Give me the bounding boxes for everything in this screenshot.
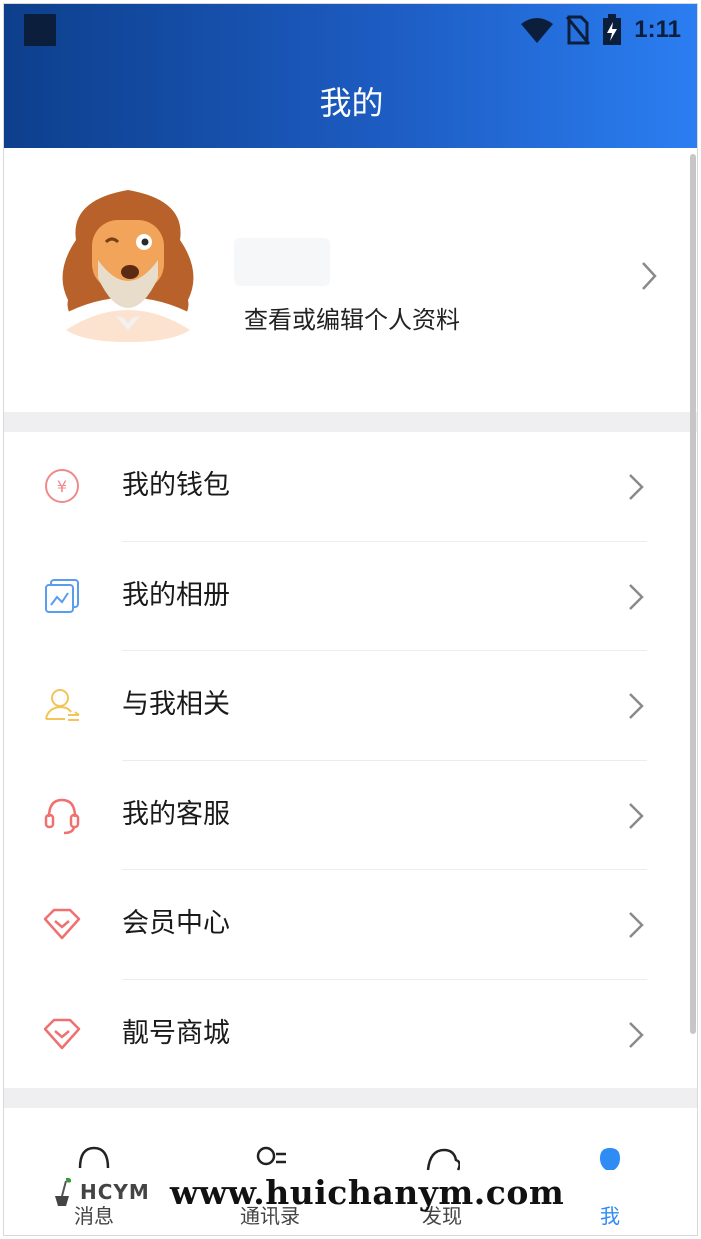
- menu-item-related[interactable]: 与我相关: [4, 651, 697, 761]
- menu-item-wallet[interactable]: ¥ 我的钱包: [4, 432, 697, 542]
- menu-label: 我的钱包: [122, 470, 230, 501]
- status-bar: 1:11: [4, 4, 697, 54]
- chevron-right-icon: [629, 583, 644, 610]
- related-person-icon: [45, 689, 80, 722]
- watermark-logo-text: HCYM: [80, 1180, 150, 1204]
- menu-label: 我的相册: [122, 579, 230, 611]
- tab-label: 我: [600, 1204, 620, 1228]
- page-title: 我的: [319, 84, 384, 122]
- tab-me[interactable]: 我: [550, 1108, 670, 1235]
- menu-item-number-store[interactable]: 靓号商城: [4, 980, 697, 1090]
- notification-square-icon: [24, 14, 56, 46]
- menu-label: 我的客服: [122, 798, 230, 830]
- profile-subtitle: 查看或编辑个人资料: [244, 306, 460, 334]
- section-divider: [4, 412, 697, 432]
- menu-label: 靓号商城: [122, 1017, 230, 1049]
- menu-item-album[interactable]: 我的相册: [4, 542, 697, 652]
- chevron-right-icon: [629, 912, 644, 939]
- nav-divider: [4, 1088, 697, 1108]
- battery-charging-icon: [603, 14, 622, 45]
- status-icons: 1:11: [520, 12, 681, 48]
- wallet-icon: ¥: [45, 469, 79, 503]
- chevron-right-icon: [629, 1022, 644, 1048]
- chevron-right-icon: [629, 802, 644, 829]
- me-icon: [600, 1148, 620, 1170]
- member-diamond-icon: [43, 909, 81, 940]
- wifi-icon: [521, 18, 554, 43]
- chevron-right-icon: [629, 693, 644, 720]
- watermark: HCYM www.huichanym.com: [52, 1172, 564, 1212]
- avatar: [62, 190, 194, 342]
- menu-item-member-center[interactable]: 会员中心: [4, 870, 697, 980]
- album-icon: [45, 578, 79, 613]
- scrollbar[interactable]: [690, 154, 696, 1034]
- watermark-url: www.huichanym.com: [169, 1172, 565, 1212]
- chevron-right-icon: [642, 262, 657, 290]
- shovel-logo-icon: [55, 1177, 72, 1206]
- status-time: 1:11: [634, 16, 681, 43]
- header: 1:11 我的: [4, 4, 697, 148]
- chevron-right-icon: [629, 474, 644, 500]
- number-store-diamond-icon: [43, 1018, 81, 1050]
- menu-item-customer-service[interactable]: 我的客服: [4, 761, 697, 871]
- profile-card[interactable]: 查看或编辑个人资料: [4, 148, 697, 412]
- watermark-logo: HCYM: [52, 1176, 150, 1208]
- headset-icon: [44, 798, 80, 835]
- svg-text:¥: ¥: [57, 477, 67, 496]
- menu-label: 会员中心: [122, 908, 230, 940]
- no-sim-icon: [566, 15, 591, 45]
- app-frame: 1:11 我的 查看或编辑个人资料 ¥ 我的钱包 我的相册 与我相关 我的客服 …: [3, 3, 698, 1236]
- menu-label: 与我相关: [122, 689, 230, 721]
- profile-name-placeholder: [234, 238, 330, 286]
- menu-list: ¥ 我的钱包 我的相册 与我相关 我的客服 会员中心 靓号商城: [4, 432, 697, 1090]
